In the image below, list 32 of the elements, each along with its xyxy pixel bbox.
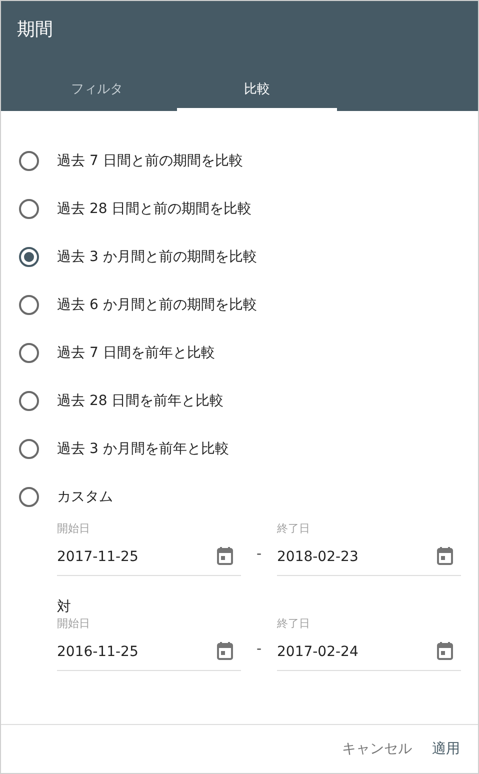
tab[interactable]: フィルタ: [17, 73, 177, 111]
cancel-button[interactable]: キャンセル: [334, 734, 420, 764]
date-field[interactable]: 開始日 2016-11-25: [57, 616, 241, 671]
radio-button[interactable]: [19, 199, 39, 219]
radio-button[interactable]: [19, 247, 39, 267]
option-label[interactable]: カスタム: [57, 488, 113, 506]
date-field[interactable]: 終了日 2017-02-24: [277, 616, 461, 671]
range-separator: -: [255, 641, 263, 659]
radio-button[interactable]: [19, 343, 39, 363]
option-label[interactable]: 過去 28 日間と前の期間を比較: [57, 200, 252, 218]
tab[interactable]: 比較: [177, 73, 337, 111]
calendar-icon[interactable]: [437, 547, 453, 565]
option-label[interactable]: 過去 6 か月間と前の期間を比較: [57, 296, 257, 314]
calendar-icon[interactable]: [217, 642, 233, 660]
range-heading: 対: [57, 598, 72, 616]
calendar-icon[interactable]: [217, 547, 233, 565]
date-field[interactable]: 開始日 2017-11-25: [57, 521, 241, 576]
option-label[interactable]: 過去 7 日間と前の期間を比較: [57, 152, 243, 170]
radio-button[interactable]: [19, 391, 39, 411]
calendar-icon[interactable]: [437, 642, 453, 660]
radio-button[interactable]: [19, 439, 39, 459]
option-label[interactable]: 過去 7 日間を前年と比較: [57, 344, 215, 362]
apply-button[interactable]: 適用: [424, 734, 468, 764]
radio-button[interactable]: [19, 151, 39, 171]
date-field[interactable]: 終了日 2018-02-23: [277, 521, 461, 576]
radio-button[interactable]: [19, 295, 39, 315]
dialog-title: 期間: [17, 18, 54, 42]
option-label[interactable]: 過去 28 日間を前年と比較: [57, 392, 224, 410]
radio-button[interactable]: [19, 487, 39, 507]
option-label[interactable]: 過去 3 か月間を前年と比較: [57, 440, 229, 458]
range-separator: -: [255, 546, 263, 564]
option-label[interactable]: 過去 3 か月間と前の期間を比較: [57, 248, 257, 266]
